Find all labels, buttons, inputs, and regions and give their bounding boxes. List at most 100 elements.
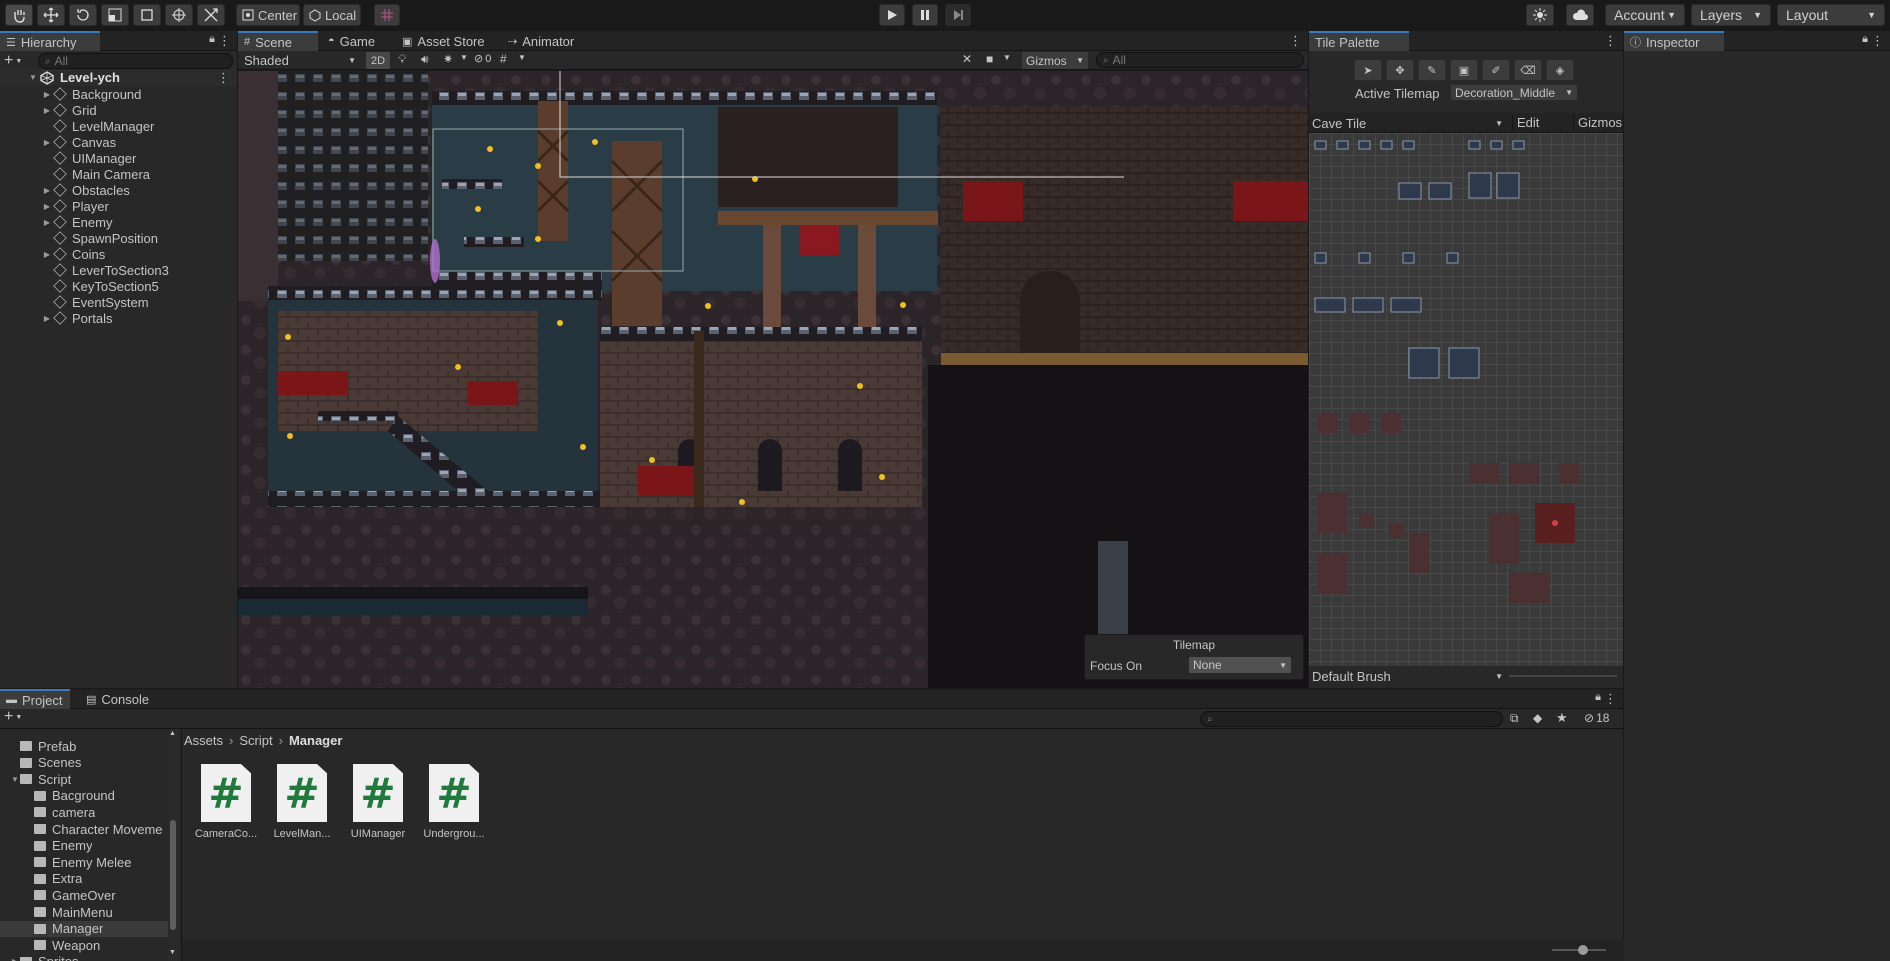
project-folder-item[interactable]: Enemy Melee xyxy=(0,854,172,870)
more-options-icon[interactable]: ⋮ xyxy=(1871,33,1884,49)
palette-dropdown[interactable]: Cave Tile ▼ xyxy=(1312,115,1507,131)
rect-tool-button[interactable] xyxy=(133,4,161,26)
effects-toggle-icon[interactable]: ✷ xyxy=(443,52,453,66)
lock-icon[interactable]: 🔒︎ xyxy=(209,33,215,46)
tree-scrollbar[interactable]: ▲ ▼ xyxy=(168,730,178,961)
box-fill-button[interactable]: ▣ xyxy=(1450,59,1478,81)
grid-snapping-button[interactable] xyxy=(374,4,400,26)
script-asset[interactable]: # UIManager xyxy=(340,764,416,840)
scene-search-input[interactable]: ⌕ All xyxy=(1096,52,1304,68)
hierarchy-item[interactable]: SpawnPosition xyxy=(0,230,236,246)
scene-root-row[interactable]: ▼ Level-ych ⋮ xyxy=(0,69,236,86)
hierarchy-item[interactable]: UIManager xyxy=(0,150,236,166)
project-folder-item[interactable]: MainMenu xyxy=(0,904,172,920)
move-tool-button[interactable] xyxy=(37,4,65,26)
audio-toggle-icon[interactable]: 🔊︎ xyxy=(421,52,429,67)
tab-tile-palette[interactable]: Tile Palette xyxy=(1309,31,1409,51)
tools-icon[interactable]: ✕ xyxy=(962,52,972,66)
script-asset[interactable]: # Undergrou... xyxy=(416,764,492,840)
project-folder-item[interactable]: ▶ Sprites xyxy=(0,954,172,961)
services-button[interactable] xyxy=(1526,4,1554,26)
breadcrumb-assets[interactable]: Assets xyxy=(184,733,223,748)
scale-tool-button[interactable] xyxy=(101,4,129,26)
tile-grid[interactable] xyxy=(1309,133,1623,666)
palette-gizmos-button[interactable]: Gizmos xyxy=(1573,115,1623,131)
scene-viewport[interactable]: Tilemap Focus On None ▼ xyxy=(238,71,1308,688)
project-folder-item[interactable]: Enemy xyxy=(0,838,172,854)
tab-scene[interactable]: # Scene xyxy=(238,31,318,51)
expand-arrow-icon[interactable]: ▶ xyxy=(42,202,52,211)
step-button[interactable] xyxy=(945,4,971,26)
hierarchy-item[interactable]: ▶ Canvas xyxy=(0,134,236,150)
custom-tool-button[interactable] xyxy=(197,4,225,26)
lighting-toggle-icon[interactable]: 💡︎ xyxy=(398,52,406,67)
hierarchy-item[interactable]: ▶ Coins xyxy=(0,246,236,262)
project-folder-item[interactable]: GameOver xyxy=(0,887,172,903)
rotate-tool-button[interactable] xyxy=(69,4,97,26)
transform-tool-button[interactable] xyxy=(165,4,193,26)
tab-console[interactable]: ▤ Console xyxy=(80,689,155,709)
zoom-slider-thumb[interactable] xyxy=(1578,945,1588,955)
grid-toggle-icon[interactable]: # xyxy=(500,52,507,66)
hierarchy-item[interactable]: ▶ Background xyxy=(0,86,236,102)
project-folder-item[interactable]: Bacground xyxy=(0,788,172,804)
brush-dropdown[interactable]: Default Brush ▼ xyxy=(1312,668,1507,684)
filter-by-type-icon[interactable]: ⧉ xyxy=(1510,711,1519,726)
script-asset[interactable]: # CameraCo... xyxy=(188,764,264,840)
active-tilemap-dropdown[interactable]: Decoration_Middle ▼ xyxy=(1450,84,1578,101)
project-search-input[interactable]: ⌕ xyxy=(1200,711,1503,727)
scene-menu-icon[interactable]: ⋮ xyxy=(217,70,230,86)
hierarchy-item[interactable]: KeyToSection5 xyxy=(0,278,236,294)
more-options-icon[interactable]: ⋮ xyxy=(218,33,231,49)
hierarchy-item[interactable]: ▶ Enemy xyxy=(0,214,236,230)
expand-arrow-icon[interactable]: ▶ xyxy=(10,957,20,961)
hierarchy-item[interactable]: ▶ Obstacles xyxy=(0,182,236,198)
fill-button[interactable]: ◈ xyxy=(1546,59,1574,81)
more-options-icon[interactable]: ⋮ xyxy=(1604,33,1617,49)
more-options-icon[interactable]: ⋮ xyxy=(1289,33,1302,49)
tab-game[interactable]: ◓ Game xyxy=(322,31,381,51)
breadcrumb-script[interactable]: Script xyxy=(239,733,272,748)
scroll-thumb[interactable] xyxy=(170,820,176,930)
palette-splitter[interactable] xyxy=(1509,675,1617,677)
scroll-up-icon[interactable]: ▲ xyxy=(169,730,176,737)
picker-button[interactable]: ✐ xyxy=(1482,59,1510,81)
camera-icon[interactable]: ■ xyxy=(986,52,993,66)
pivot-toggle[interactable]: Center xyxy=(236,4,300,26)
select-tool-button[interactable]: ➤ xyxy=(1354,59,1382,81)
space-toggle[interactable]: Local xyxy=(303,4,361,26)
lock-icon[interactable]: 🔒︎ xyxy=(1862,33,1868,46)
eraser-button[interactable]: ⌫ xyxy=(1514,59,1542,81)
edit-palette-button[interactable]: Edit xyxy=(1512,115,1557,131)
expand-arrow-icon[interactable]: ▶ xyxy=(42,186,52,195)
layers-dropdown[interactable]: Layers ▼ xyxy=(1691,4,1771,26)
expand-arrow-icon[interactable]: ▶ xyxy=(42,218,52,227)
project-create-button[interactable]: + ▼ xyxy=(4,709,22,725)
project-folder-item[interactable]: Manager xyxy=(0,920,172,937)
project-folder-item[interactable]: camera xyxy=(0,804,172,820)
hidden-packages-toggle[interactable]: ⊘ 18 xyxy=(1584,711,1609,725)
project-folder-item[interactable]: Character Moveme xyxy=(0,821,172,837)
paint-brush-button[interactable]: ✎ xyxy=(1418,59,1446,81)
chevron-down-icon[interactable]: ▼ xyxy=(518,53,526,62)
layout-dropdown[interactable]: Layout ▼ xyxy=(1777,4,1885,26)
expand-arrow-icon[interactable]: ▼ xyxy=(28,73,38,82)
expand-arrow-icon[interactable]: ▶ xyxy=(42,314,52,323)
expand-arrow-icon[interactable]: ▼ xyxy=(10,775,20,784)
hierarchy-search-input[interactable]: ⌕ All xyxy=(38,53,233,69)
pause-button[interactable] xyxy=(912,4,938,26)
play-button[interactable] xyxy=(879,4,905,26)
tab-asset-store[interactable]: ▣ Asset Store xyxy=(396,31,491,51)
create-button[interactable]: + ▼ xyxy=(4,53,28,69)
chevron-down-icon[interactable]: ▼ xyxy=(460,53,468,62)
script-asset[interactable]: # LevelMan... xyxy=(264,764,340,840)
project-folder-item[interactable]: Weapon xyxy=(0,937,172,953)
hierarchy-item[interactable]: ▶ Portals xyxy=(0,310,236,326)
tab-project[interactable]: ▬ Project xyxy=(0,689,70,709)
scroll-down-icon[interactable]: ▼ xyxy=(169,949,176,956)
focus-on-dropdown[interactable]: None ▼ xyxy=(1189,657,1291,673)
shading-mode-dropdown[interactable]: Shaded ▼ xyxy=(240,52,360,69)
mode-2d-toggle[interactable]: 2D xyxy=(366,52,390,69)
favorites-star-icon[interactable]: ★ xyxy=(1556,710,1568,726)
expand-arrow-icon[interactable]: ▶ xyxy=(42,138,52,147)
